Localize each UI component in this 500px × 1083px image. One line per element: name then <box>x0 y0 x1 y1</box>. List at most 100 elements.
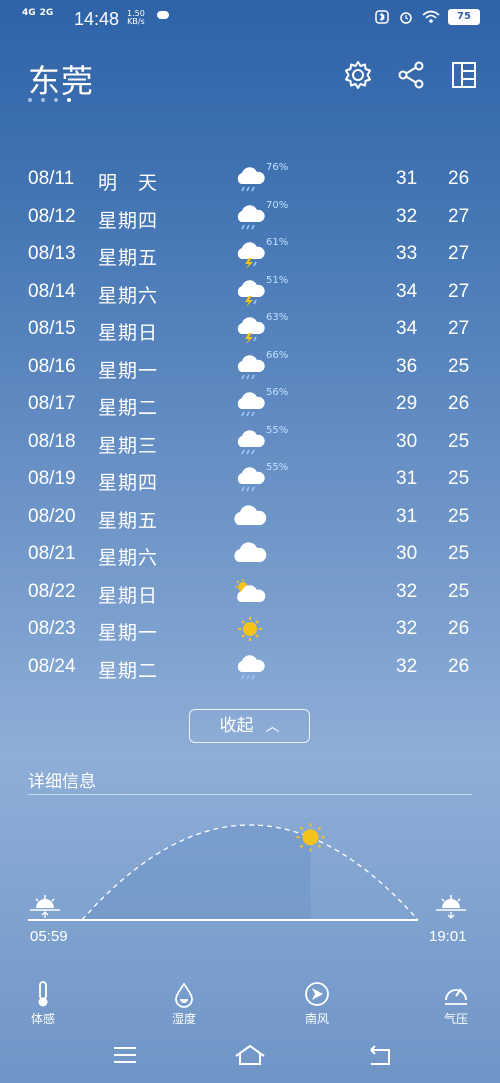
forecast-row[interactable]: 08/12 星期四 70% 32 27 <box>0 198 500 234</box>
menu-icon[interactable] <box>108 1040 142 1070</box>
forecast-date: 08/15 <box>28 318 76 339</box>
sunset-time: 19:01 <box>429 928 467 945</box>
low-temp: 25 <box>448 430 470 452</box>
forecast-row[interactable]: 08/16 星期一 66% 36 25 <box>0 348 500 384</box>
forecast-row[interactable]: 08/20 星期五 31 25 <box>0 498 500 534</box>
forecast-date: 08/20 <box>28 505 76 527</box>
forecast-row[interactable]: 08/14 星期六 51% 34 27 <box>0 273 500 309</box>
low-temp: 27 <box>448 280 470 302</box>
collapse-button[interactable]: 收起 ︿ <box>189 709 310 743</box>
page-dot-active <box>67 98 71 102</box>
high-temp: 33 <box>396 243 418 264</box>
metric-wind[interactable]: 南风 <box>287 980 347 1024</box>
metric-feels-like[interactable]: 体感 <box>13 980 73 1024</box>
high-temp: 30 <box>396 543 418 564</box>
metric-humidity[interactable]: 湿度 <box>154 980 214 1024</box>
forecast-weekday: 星期二 <box>98 397 159 419</box>
low-temp: 25 <box>448 580 470 602</box>
forecast-row[interactable]: 08/15 星期日 63% 34 27 <box>0 310 500 346</box>
thunderstorm-icon <box>237 279 265 307</box>
low-temp: 27 <box>448 243 470 264</box>
forecast-weekday: 星期六 <box>98 284 159 307</box>
forecast-row[interactable]: 08/19 星期四 55% 31 25 <box>0 460 500 496</box>
high-temp: 31 <box>396 505 418 527</box>
low-temp: 27 <box>448 318 470 339</box>
city-list-icon[interactable] <box>447 58 481 92</box>
forecast-date: 08/17 <box>28 393 76 414</box>
system-nav-bar <box>0 1028 500 1083</box>
sunset-icon <box>436 895 466 919</box>
low-temp: 26 <box>448 618 470 639</box>
city-name[interactable]: 东莞 <box>28 56 94 102</box>
alarm-icon <box>400 12 412 24</box>
network-indicator: 4G 2G <box>22 8 54 18</box>
thermometer-icon <box>38 981 48 1007</box>
sun-path-chart <box>28 823 466 921</box>
rain-cloud-icon <box>237 392 265 417</box>
forecast-weekday: 星期六 <box>98 547 159 569</box>
rain-probability: 55% <box>266 462 289 473</box>
forecast-row[interactable]: 08/18 星期三 55% 30 25 <box>0 423 500 459</box>
metrics-row: 体感 湿度 南风 气压 <box>0 980 500 1024</box>
high-temp: 34 <box>396 280 418 302</box>
rain-cloud-icon <box>237 467 265 492</box>
rain-cloud-icon <box>237 354 265 379</box>
page-indicator <box>28 98 71 102</box>
rain-probability: 76% <box>266 162 289 173</box>
rain-probability: 61% <box>266 237 289 248</box>
rain-probability: 63% <box>266 312 289 323</box>
forecast-date: 08/22 <box>28 580 76 602</box>
back-icon[interactable] <box>363 1040 397 1070</box>
home-icon[interactable] <box>233 1040 267 1070</box>
low-temp: 26 <box>448 655 470 677</box>
status-bar: 4G 2G 14:48 1.50 KB/s 75 <box>0 0 500 38</box>
thunderstorm-icon <box>237 317 265 344</box>
share-icon[interactable] <box>394 58 428 92</box>
high-temp: 31 <box>396 168 418 189</box>
metric-pressure[interactable]: 气压 <box>426 980 486 1024</box>
high-temp: 34 <box>396 318 418 339</box>
forecast-row[interactable]: 08/11 明 天 76% 31 26 <box>0 160 500 196</box>
battery-indicator: 75 <box>448 9 480 25</box>
low-temp: 25 <box>448 468 470 489</box>
forecast-date: 08/18 <box>28 430 76 452</box>
bluetooth-icon <box>375 10 389 24</box>
forecast-row[interactable]: 08/13 星期五 61% 33 27 <box>0 235 500 271</box>
humidity-drop-icon <box>175 982 193 1008</box>
forecast-weekday: 星期四 <box>98 209 159 232</box>
high-temp: 36 <box>396 355 418 377</box>
low-temp: 25 <box>448 355 470 377</box>
forecast-weekday: 星期日 <box>98 584 159 607</box>
forecast-row[interactable]: 08/24 星期二 32 26 <box>0 648 500 684</box>
rain-probability: 66% <box>266 349 289 361</box>
forecast-row[interactable]: 08/23 星期一 32 26 <box>0 610 500 646</box>
page-dot <box>54 98 58 102</box>
forecast-weekday: 星期日 <box>98 322 159 344</box>
page-dot <box>41 98 45 102</box>
rain-cloud-icon <box>237 204 265 229</box>
forecast-weekday: 星期三 <box>98 434 159 457</box>
settings-gear-icon[interactable] <box>341 58 375 92</box>
forecast-row[interactable]: 08/17 星期二 56% 29 26 <box>0 385 500 421</box>
high-temp: 32 <box>396 655 418 677</box>
high-temp: 29 <box>396 393 418 414</box>
low-temp: 26 <box>448 393 470 414</box>
status-time: 14:48 <box>74 9 120 29</box>
network-speed: 1.50 KB/s <box>127 9 145 26</box>
partly-cloudy-icon <box>235 578 266 602</box>
forecast-date: 08/24 <box>28 655 76 677</box>
forecast-date: 08/12 <box>28 205 76 227</box>
forecast-weekday: 星期二 <box>98 659 159 682</box>
forecast-row[interactable]: 08/21 星期六 30 25 <box>0 535 500 571</box>
forecast-date: 08/14 <box>28 280 76 302</box>
thunderstorm-icon <box>237 242 265 269</box>
high-temp: 30 <box>396 430 418 452</box>
forecast-date: 08/19 <box>28 468 76 489</box>
high-temp: 32 <box>396 618 418 639</box>
low-temp: 25 <box>448 505 470 527</box>
rain-probability: 70% <box>266 199 289 211</box>
forecast-row[interactable]: 08/22 星期日 32 25 <box>0 573 500 609</box>
divider <box>28 794 472 795</box>
details-title: 详细信息 <box>28 772 96 792</box>
rain-probability: 51% <box>266 274 289 286</box>
